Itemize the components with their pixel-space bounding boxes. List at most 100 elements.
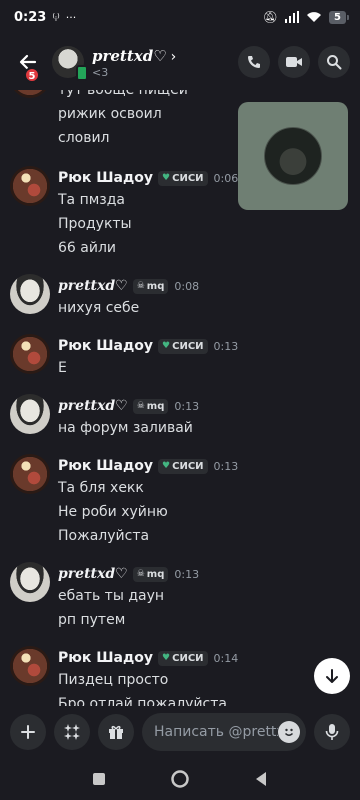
avatar[interactable] [10, 562, 50, 602]
emoji-button[interactable] [278, 721, 300, 743]
message-text: тут вооще пищеи [58, 90, 188, 98]
timestamp: 0:13 [213, 459, 239, 473]
message-text: Е [58, 360, 67, 376]
attachment-image [264, 127, 322, 185]
back-button[interactable]: 5 [10, 44, 46, 83]
message-text: словил [58, 130, 110, 146]
avatar[interactable] [10, 646, 50, 686]
avatar[interactable] [10, 166, 50, 206]
message-text: 66 айли [58, 240, 116, 256]
heart-icon: ♥ [162, 341, 171, 351]
heart-icon: ♥ [162, 173, 171, 183]
header-status: <3 [92, 65, 109, 79]
message-text: Та пмзда [58, 192, 125, 208]
guild-tag[interactable]: ♥ СИСИ [158, 170, 208, 186]
header-user-info[interactable]: prettxd♡ › <3 [92, 46, 230, 79]
battery-indicator: 5 [329, 10, 349, 24]
wifi-icon [307, 12, 322, 22]
message-text: Пиздец просто [58, 672, 169, 688]
message-text: ебать ты даун [58, 588, 165, 604]
unread-badge: 5 [24, 67, 40, 83]
timestamp: 0:08 [174, 279, 200, 293]
video-camera-icon [286, 57, 302, 67]
message-text: нихуя себе [58, 300, 140, 316]
timestamp: 0:13 [174, 399, 200, 413]
mute-icon: 🔕︎ [262, 10, 279, 24]
guild-tag[interactable]: ☠ mq [132, 398, 169, 414]
username[interactable]: prettxd♡ [58, 278, 128, 294]
message-text: Пожалуйста [58, 528, 150, 544]
message-text: Та бля хекк [58, 480, 144, 496]
search-button[interactable] [318, 46, 350, 78]
status-time: 0:23 [14, 9, 47, 25]
composer [0, 706, 360, 758]
timestamp: 0:13 [174, 567, 200, 581]
message-text: Продукты [58, 216, 132, 232]
apps-button[interactable] [54, 714, 90, 750]
heart-icon: ♥ [162, 461, 171, 471]
add-attachment-button[interactable] [10, 714, 46, 750]
avatar[interactable] [52, 46, 88, 81]
notification-icon: ⁽ᵢ⁾ [52, 10, 60, 24]
avatar [10, 90, 50, 98]
username[interactable]: prettxd♡ [58, 566, 128, 582]
header-username: prettxd♡ [92, 46, 167, 65]
tag-label: СИСИ [172, 460, 204, 472]
message-text: Бро отлай пожалуйста [58, 696, 227, 706]
guild-tag[interactable]: ☠ mq [132, 278, 169, 294]
sparkles-icon [64, 724, 80, 740]
message-text: рижик освоил [58, 106, 162, 122]
username[interactable]: Рюк Шадоу [58, 650, 153, 666]
signal-icon [285, 11, 300, 23]
message-input[interactable] [154, 724, 278, 740]
skull-icon: ☠ [136, 281, 145, 291]
arrow-down-icon [326, 669, 338, 683]
recents-icon[interactable] [92, 772, 106, 786]
tag-label: СИСИ [172, 340, 204, 352]
chat-header: 5 prettxd♡ › <3 [0, 34, 360, 90]
gift-button[interactable] [98, 714, 134, 750]
voice-message-button[interactable] [314, 714, 350, 750]
username[interactable]: prettxd♡ [58, 398, 128, 414]
skull-icon: ☠ [136, 569, 145, 579]
mobile-status-icon [76, 65, 88, 81]
tag-label: СИСИ [172, 172, 204, 184]
username[interactable]: Рюк Шадоу [58, 458, 153, 474]
system-nav-bar [0, 758, 360, 800]
skull-icon: ☠ [136, 401, 145, 411]
username[interactable]: Рюк Шадоу [58, 338, 153, 354]
voice-call-button[interactable] [238, 46, 270, 78]
guild-tag[interactable]: ♥ СИСИ [158, 650, 208, 666]
avatar[interactable] [10, 394, 50, 434]
message-list[interactable]: тут вооще пищеи рижик освоил словил Рюк … [0, 90, 360, 706]
avatar[interactable] [10, 334, 50, 374]
timestamp: 0:06 [213, 171, 239, 185]
message-text: на форум заливай [58, 420, 193, 436]
timestamp: 0:13 [213, 339, 239, 353]
guild-tag[interactable]: ♥ СИСИ [158, 338, 208, 354]
avatar[interactable] [10, 454, 50, 494]
jump-to-bottom-button[interactable] [314, 658, 350, 694]
back-triangle-icon[interactable] [254, 771, 268, 787]
microphone-icon [325, 724, 339, 740]
video-call-button[interactable] [278, 46, 310, 78]
image-attachment[interactable] [238, 102, 348, 210]
heart-icon: ♥ [162, 653, 171, 663]
message-input-container [142, 713, 306, 751]
tag-label: mq [146, 280, 165, 292]
home-icon[interactable] [171, 770, 189, 788]
more-dots-icon: ··· [65, 10, 77, 24]
search-icon [327, 55, 342, 70]
phone-icon [248, 56, 260, 68]
plus-icon [21, 725, 35, 739]
timestamp: 0:14 [213, 651, 239, 665]
message-text: Не роби хуйню [58, 504, 168, 520]
username[interactable]: Рюк Шадоу [58, 170, 153, 186]
tag-label: mq [146, 568, 165, 580]
guild-tag[interactable]: ♥ СИСИ [158, 458, 208, 474]
avatar[interactable] [10, 274, 50, 314]
chevron-right-icon: › [170, 48, 177, 65]
gift-icon [109, 725, 123, 739]
guild-tag[interactable]: ☠ mq [132, 566, 169, 582]
status-bar: 0:23 ⁽ᵢ⁾ ··· 🔕︎ 5 [0, 0, 360, 34]
